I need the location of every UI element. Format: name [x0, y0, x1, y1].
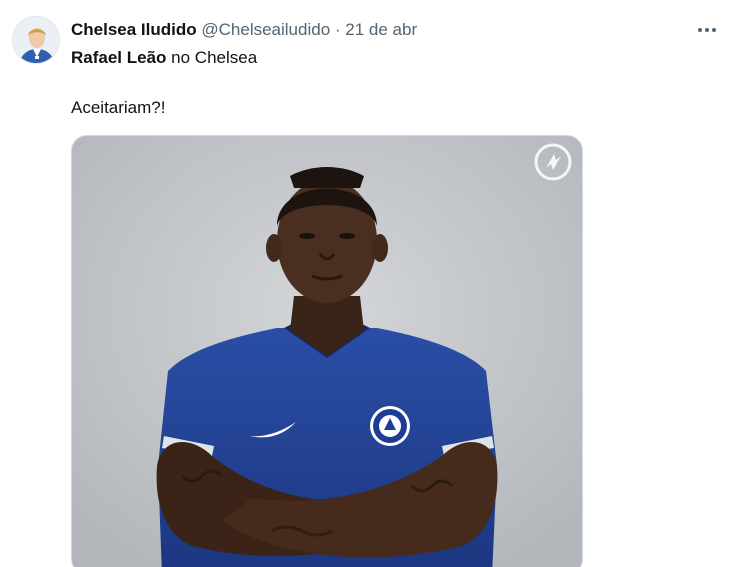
tweet-date[interactable]: 21 de abr [345, 20, 417, 39]
more-horizontal-icon [698, 28, 716, 32]
player-photo [72, 136, 582, 567]
subtitle-rest: no Chelsea [166, 48, 258, 67]
watermark-logo-icon [534, 143, 572, 181]
tweet-media-image[interactable] [71, 135, 583, 567]
more-options-button[interactable] [690, 16, 724, 44]
subtitle-name: Rafael Leão [71, 48, 167, 67]
tweet-text: Aceitariam?! [71, 98, 166, 117]
user-handle[interactable]: @Chelseailudido [201, 20, 330, 39]
avatar-illustration [13, 17, 59, 63]
tweet-header: Chelsea Iludido @Chelseailudido · 21 de … [71, 19, 417, 41]
tweet-subtitle: Rafael Leão no Chelsea [71, 47, 257, 69]
avatar[interactable] [12, 16, 60, 64]
tweet-card[interactable]: Chelsea Iludido @Chelseailudido · 21 de … [0, 0, 741, 567]
display-name[interactable]: Chelsea Iludido [71, 20, 197, 39]
separator-dot: · [334, 20, 341, 39]
